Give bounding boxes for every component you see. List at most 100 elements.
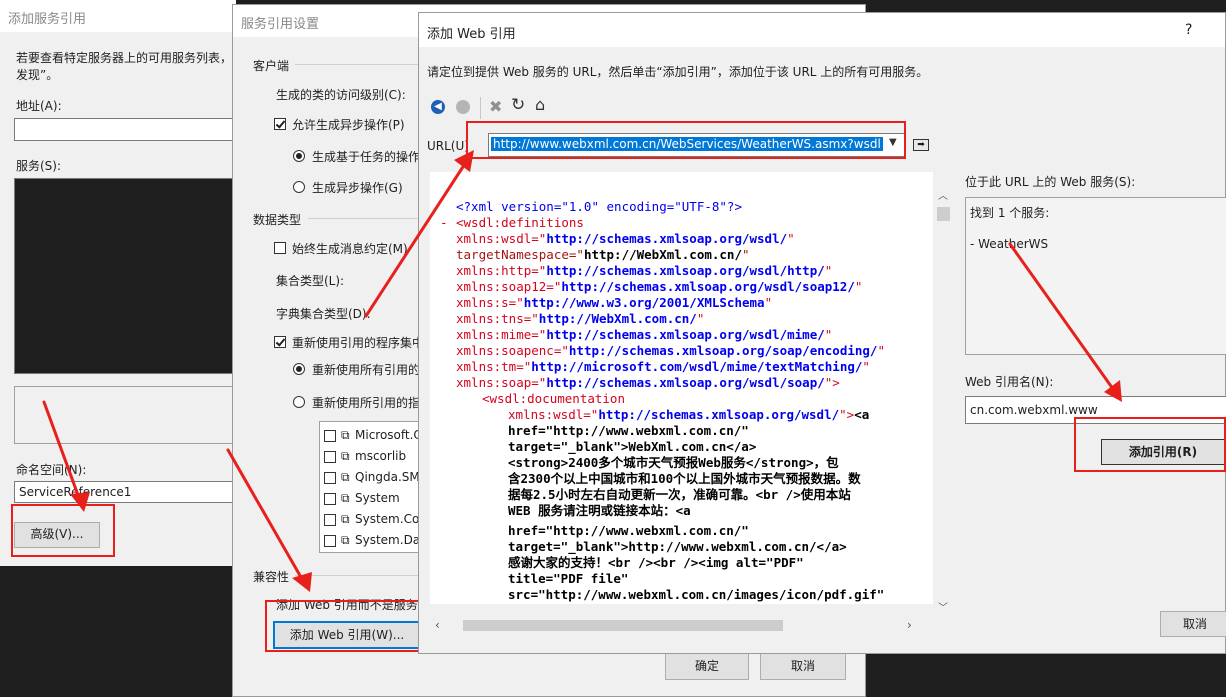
xml-line: xmlns:soapenc="http://schemas.xmlsoap.or… (456, 343, 885, 359)
collection-type-label: 集合类型(L): (276, 274, 345, 288)
description-line2: 发现”。 (16, 68, 59, 82)
ok-button[interactable]: 确定 (665, 652, 749, 680)
client-group-label: 客户端 (253, 59, 290, 73)
xml-value: http://WebXml.com.cn/ (583, 247, 742, 262)
help-icon[interactable]: ? (1185, 22, 1192, 38)
assembly-icon: ⧉ (341, 449, 350, 463)
assembly-item[interactable]: ⧉ System (324, 491, 428, 507)
xml-quote: " (764, 295, 773, 310)
access-level-label: 生成的类的访问级别(C): (276, 88, 406, 102)
assembly-list[interactable]: ⧉ Microsoft.C ⧉ mscorlib ⧉ Qingda.SM ⧉ Syste… (319, 421, 429, 553)
services-list[interactable]: 找到 1 个服务: - WeatherWS (965, 197, 1226, 355)
xml-line: 含2300个以上中国城市和100个以上国外城市天气预报数据。数 (508, 471, 861, 486)
services-tree[interactable] (14, 178, 236, 374)
always-message-checkbox[interactable] (274, 242, 286, 254)
service-item[interactable]: - WeatherWS (970, 237, 1048, 251)
client-group-line (295, 64, 425, 65)
xml-attr: xmlns:wsdl=" (508, 407, 599, 422)
xml-line: xmlns:wsdl="http://schemas.xmlsoap.org/w… (508, 407, 869, 423)
xml-attr: xmlns:soap=" (456, 375, 547, 390)
cancel-button[interactable]: 取消 (760, 652, 846, 680)
assembly-item[interactable]: ⧉ System.Da (324, 533, 428, 549)
assembly-label: Qingda.SM (355, 470, 420, 484)
scroll-up-icon[interactable]: ︿ (938, 187, 948, 202)
found-services-text: 找到 1 个服务: (970, 206, 1050, 220)
assembly-label: System.Co (355, 512, 420, 526)
always-message-label: 始终生成消息约定(M) (292, 242, 408, 256)
assembly-item[interactable]: ⧉ mscorlib (324, 449, 428, 465)
dialog-title: 添加 Web 引用 (427, 27, 516, 42)
reuse-specified-label: 重新使用所引用的指 (312, 396, 421, 410)
annotation-box-url (466, 121, 906, 159)
stop-icon[interactable] (456, 100, 470, 114)
reuse-all-radio[interactable] (293, 363, 305, 375)
xml-value: http://schemas.xmlsoap.org/wsdl/http/ (546, 263, 825, 278)
xml-attr: xmlns:soap12=" (456, 279, 562, 294)
xml-line: xmlns:http="http://schemas.xmlsoap.org/w… (456, 263, 832, 279)
xml-quote: " (877, 343, 885, 358)
close-icon[interactable]: ✖ (489, 97, 502, 116)
xml-line: xmlns:soap12="http://schemas.xmlsoap.org… (456, 279, 862, 295)
xml-quote: " (741, 247, 750, 262)
scroll-h-thumb[interactable] (463, 620, 783, 631)
scroll-right-icon[interactable]: › (907, 618, 912, 632)
reuse-specified-radio[interactable] (293, 396, 305, 408)
xml-attr: xmlns:s=" (456, 295, 524, 310)
xml-line: xmlns:s="http://www.w3.org/2001/XMLSchem… (456, 295, 772, 311)
assembly-checkbox[interactable] (324, 514, 336, 526)
xml-line: xmlns:wsdl="http://schemas.xmlsoap.org/w… (456, 231, 795, 247)
task-radio[interactable] (293, 150, 305, 162)
scroll-thumb[interactable] (937, 207, 950, 221)
xml-line: <wsdl:definitions (456, 215, 584, 230)
refresh-icon[interactable]: ↻ (511, 95, 525, 115)
scroll-down-icon[interactable]: ﹀ (938, 599, 948, 614)
wsdl-content-pane[interactable]: <?xml version="1.0" encoding="UTF-8"?> -… (430, 172, 933, 604)
address-input[interactable] (14, 118, 236, 141)
horizontal-scrollbar[interactable]: ‹ › (431, 617, 935, 634)
dict-collection-type-label: 字典集合类型(D): (276, 307, 371, 321)
xml-line: title="PDF file" (508, 571, 629, 586)
assembly-icon: ⧉ (341, 470, 350, 484)
xml-value: http://schemas.xmlsoap.org/wsdl/soap/ (546, 375, 825, 390)
xml-quote: " (824, 263, 833, 278)
xml-collapse-toggle[interactable]: - (440, 215, 448, 231)
xml-attr: xmlns:wsdl=" (456, 231, 547, 246)
assembly-checkbox[interactable] (324, 451, 336, 463)
xml-attr: xmlns:mime=" (456, 327, 547, 342)
compat-group-line (295, 575, 423, 576)
async-checkbox[interactable] (274, 118, 286, 130)
vertical-scrollbar[interactable]: ︿ ﹀ (935, 185, 952, 617)
assembly-checkbox[interactable] (324, 493, 336, 505)
home-icon[interactable]: ⌂ (535, 95, 545, 114)
xml-value: http://schemas.xmlsoap.org/wsdl/ (546, 231, 788, 246)
annotation-box-add-reference (1074, 417, 1226, 472)
xml-line: WEB 服务请注明或链接本站：<a (508, 503, 691, 518)
assembly-checkbox[interactable] (324, 535, 336, 547)
xml-line: 据每2.5小时左右自动更新一次，准确可靠。<br />使用本站 (508, 487, 851, 502)
scroll-left-icon[interactable]: ‹ (435, 618, 440, 632)
reuse-types-checkbox[interactable] (274, 336, 286, 348)
assembly-checkbox[interactable] (324, 472, 336, 484)
assembly-item[interactable]: ⧉ System.Co (324, 512, 428, 528)
back-icon[interactable]: ◀ (431, 100, 445, 114)
assembly-item[interactable]: ⧉ Qingda.SM (324, 470, 428, 486)
web-reference-name-label: Web 引用名(N): (965, 375, 1054, 389)
assembly-checkbox[interactable] (324, 430, 336, 442)
cancel-button[interactable]: 取消 (1160, 611, 1226, 637)
go-arrow-icon[interactable]: ➡ (913, 139, 929, 151)
title-bar: 添加服务引用 (0, 0, 236, 32)
xml-line: <?xml version="1.0" encoding="UTF-8"?> (456, 199, 742, 214)
xml-attr: targetNamespace=" (456, 247, 584, 262)
namespace-input[interactable]: ServiceReference1 (14, 481, 236, 503)
url-label: URL(U) (427, 139, 469, 153)
async-check-label: 允许生成异步操作(P) (292, 118, 405, 132)
async-radio[interactable] (293, 181, 305, 193)
reuse-types-label: 重新使用引用的程序集中 (292, 336, 425, 350)
assembly-item[interactable]: ⧉ Microsoft.C (324, 428, 428, 444)
assembly-label: mscorlib (355, 449, 407, 463)
namespace-label: 命名空间(N): (16, 463, 87, 477)
dialog-title: 服务引用设置 (241, 17, 320, 32)
operations-list[interactable] (14, 386, 236, 444)
xml-line: xmlns:tns="http://WebXml.com.cn/" (456, 311, 704, 327)
task-radio-label: 生成基于任务的操作 (312, 150, 421, 164)
